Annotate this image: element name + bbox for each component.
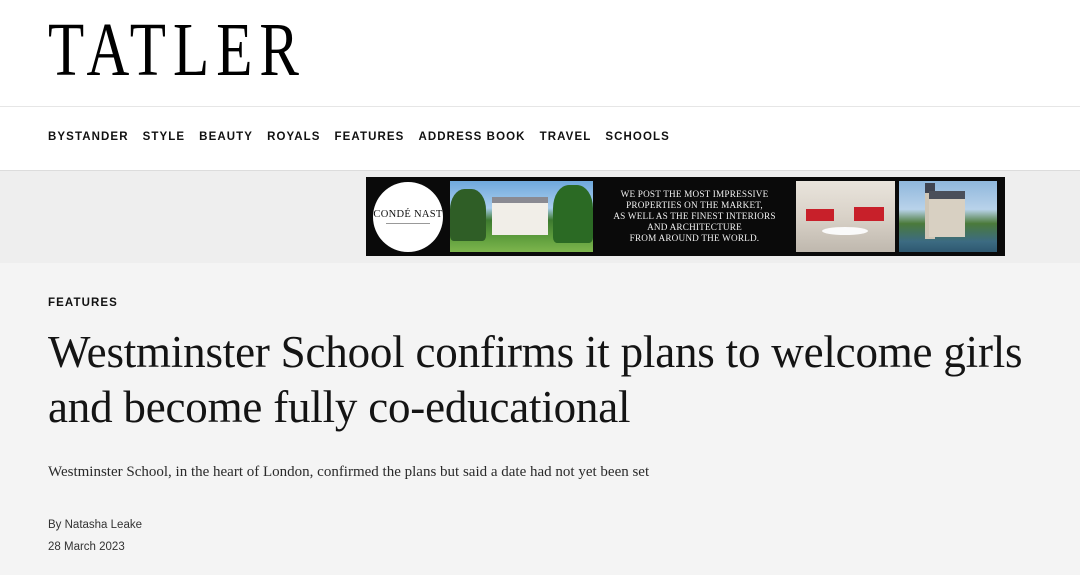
ad-photo-building [929, 191, 965, 237]
article-category[interactable]: FEATURES [48, 297, 118, 309]
nav-item-style[interactable]: STYLE [143, 131, 186, 143]
byline-prefix: By [48, 519, 62, 531]
nav-item-bystander[interactable]: BYSTANDER [48, 131, 129, 143]
nav-item-address-book[interactable]: ADDRESS BOOK [418, 131, 525, 143]
article: FEATURES Westminster School confirms it … [0, 263, 1080, 575]
ad-tagline: WE POST THE MOST IMPRESSIVE PROPERTIES O… [613, 189, 776, 243]
ad-photo-table [822, 227, 868, 235]
article-standfirst: Westminster School, in the heart of Lond… [48, 464, 650, 480]
ad-photo-interior [796, 181, 895, 252]
nav-item-royals[interactable]: ROYALS [267, 131, 320, 143]
nav-item-beauty[interactable]: BEAUTY [199, 131, 253, 143]
ad-logo-cell: CONDÉ NAST [370, 181, 446, 252]
ad-photo-sofa [854, 207, 884, 221]
nav-item-travel[interactable]: TRAVEL [540, 131, 592, 143]
ad-photo-house [492, 197, 548, 235]
ad-photo-sofa [806, 209, 834, 221]
ad-text-cell: WE POST THE MOST IMPRESSIVE PROPERTIES O… [597, 181, 792, 252]
masthead: TATLER [0, 0, 1080, 107]
publish-date: 28 March 2023 [48, 541, 125, 553]
ad-logo-rule [386, 223, 430, 224]
article-headline: Westminster School confirms it plans to … [48, 327, 1023, 432]
nav-item-schools[interactable]: SCHOOLS [605, 131, 670, 143]
tatler-logo[interactable]: TATLER [48, 12, 306, 88]
nav-list: BYSTANDER STYLE BEAUTY ROYALS FEATURES A… [48, 131, 670, 143]
ad-photo-country-house [450, 181, 593, 252]
ad-photo-chateau [899, 181, 997, 252]
main-nav: BYSTANDER STYLE BEAUTY ROYALS FEATURES A… [0, 107, 1080, 171]
ad-band: CONDÉ NAST WE POST THE MOST IMPRESSIVE P… [0, 171, 1080, 263]
ad-brand-logo-text: CONDÉ NAST [373, 209, 443, 220]
byline: By Natasha Leake [48, 519, 142, 531]
ad-photo-tree [553, 185, 593, 243]
author-link[interactable]: Natasha Leake [65, 519, 142, 531]
advertisement-banner[interactable]: CONDÉ NAST WE POST THE MOST IMPRESSIVE P… [366, 177, 1005, 256]
nav-item-features[interactable]: FEATURES [335, 131, 405, 143]
conde-nast-logo: CONDÉ NAST [373, 181, 443, 252]
ad-photo-tree [450, 189, 486, 241]
